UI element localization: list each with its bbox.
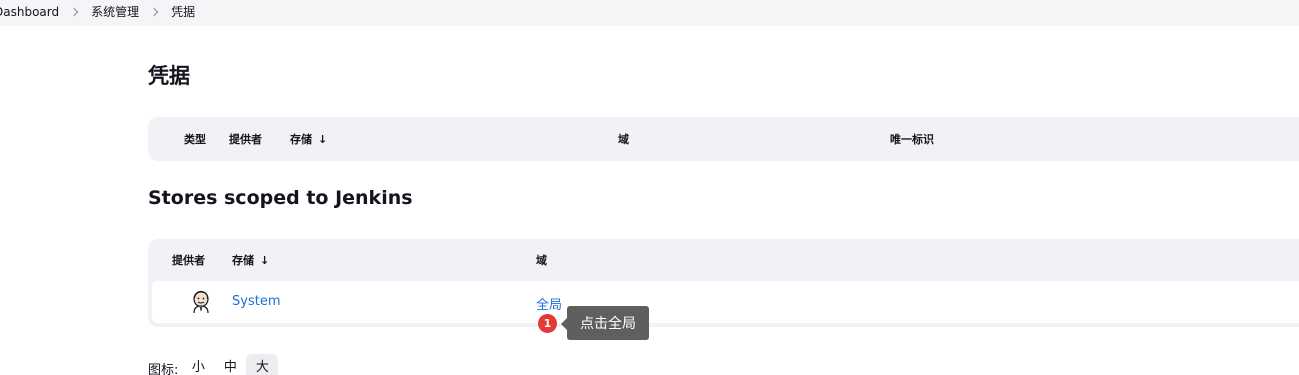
column-header-provider[interactable]: 提供者 [229, 131, 262, 147]
column-header-store-label: 存储 [232, 254, 254, 267]
chevron-right-icon [69, 7, 79, 16]
annotation-tooltip: 点击全局 [561, 306, 649, 340]
icon-size-large[interactable]: 大 [246, 354, 279, 375]
breadcrumb-item-credentials[interactable]: 凭据 [171, 3, 195, 20]
icon-size-small[interactable]: 小 [182, 354, 214, 375]
icon-size-selector: 图标: 小 中 大 [148, 354, 279, 375]
column-header-domain[interactable]: 域 [536, 252, 547, 268]
sort-down-icon: ↓ [260, 254, 270, 267]
stores-section-title: Stores scoped to Jenkins [148, 187, 413, 209]
icon-size-label: 图标: [148, 362, 179, 375]
column-header-store[interactable]: 存储 ↓ [232, 252, 269, 268]
breadcrumb-item-system-management[interactable]: 系统管理 [91, 3, 139, 20]
store-link-system[interactable]: System [232, 294, 280, 309]
sort-down-icon: ↓ [318, 133, 328, 146]
stores-table: 提供者 存储 ↓ 域 System 全局 [148, 239, 1299, 327]
column-header-domain[interactable]: 域 [618, 131, 629, 147]
domain-link-global[interactable]: 全局 [536, 294, 562, 313]
column-header-store[interactable]: 存储 ↓ [290, 131, 327, 147]
breadcrumb: Dashboard 系统管理 凭据 [0, 0, 1299, 26]
chevron-right-icon [149, 7, 159, 16]
column-header-provider[interactable]: 提供者 [172, 252, 205, 268]
breadcrumb-item-dashboard[interactable]: Dashboard [0, 5, 59, 19]
column-header-store-label: 存储 [290, 133, 312, 146]
credentials-table-header: 类型 提供者 存储 ↓ 域 唯一标识 [148, 117, 1299, 161]
jenkins-icon [193, 290, 209, 314]
table-row: System 全局 [152, 281, 1299, 323]
step-badge: 1 [538, 314, 557, 333]
column-header-type[interactable]: 类型 [184, 131, 206, 147]
column-header-id[interactable]: 唯一标识 [890, 131, 934, 147]
page-title: 凭据 [148, 64, 190, 88]
icon-size-medium[interactable]: 中 [214, 354, 246, 375]
